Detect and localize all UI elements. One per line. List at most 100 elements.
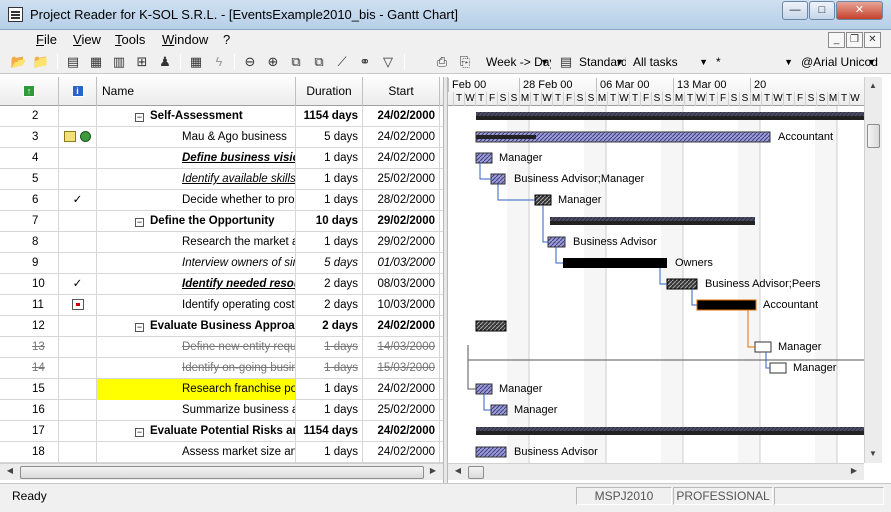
task-start[interactable]: 24/02/2000: [363, 379, 440, 400]
task-duration[interactable]: 1 days: [296, 442, 363, 463]
table-row[interactable]: 5 Identify available skills, information …: [0, 169, 443, 190]
task-indicator[interactable]: [59, 148, 97, 169]
task-start[interactable]: 10/03/2000: [363, 295, 440, 316]
column-header-start[interactable]: Start: [363, 77, 440, 106]
task-duration[interactable]: 1 days: [296, 190, 363, 211]
binoculars-icon[interactable]: ⚭: [356, 53, 374, 71]
task-indicator[interactable]: ✓: [59, 274, 97, 295]
column-header-indicators[interactable]: i: [59, 77, 97, 106]
table-row[interactable]: 14 Identify on-going business purchase op…: [0, 358, 443, 379]
copy-icon[interactable]: ⧉: [287, 53, 305, 71]
task-indicator[interactable]: [59, 169, 97, 190]
task-name[interactable]: −Evaluate Potential Risks and Rewards: [97, 421, 296, 442]
task-duration[interactable]: 5 days: [296, 127, 363, 148]
task-name[interactable]: Assess market size and stability: [97, 442, 296, 463]
close-button[interactable]: ✕: [836, 1, 883, 20]
resource-dropdown[interactable]: * ▼: [713, 53, 795, 72]
task-indicator[interactable]: [59, 316, 97, 337]
task-duration[interactable]: 2 days: [296, 316, 363, 337]
print-preview-icon[interactable]: ⎘: [456, 53, 474, 71]
calendar-view-icon[interactable]: ▦: [87, 53, 105, 71]
task-duration[interactable]: 1154 days: [296, 421, 363, 442]
zoom-in-icon[interactable]: ⊕: [264, 53, 282, 71]
zoom-out-icon[interactable]: ⊖: [241, 53, 259, 71]
task-start[interactable]: 28/02/2000: [363, 190, 440, 211]
chart-icon[interactable]: ⟋: [333, 53, 351, 71]
progress-bar[interactable]: [476, 135, 536, 139]
task-start[interactable]: 24/02/2000: [363, 442, 440, 463]
task-duration[interactable]: 10 days: [296, 211, 363, 232]
task-duration[interactable]: 1 days: [296, 337, 363, 358]
task-name[interactable]: − Define the Opportunity: [97, 211, 296, 232]
task-start[interactable]: 15/03/2000: [363, 358, 440, 379]
task-name[interactable]: Identify available skills, information a…: [97, 169, 296, 190]
table-row[interactable]: 3 Mau & Ago business 5 days 24/02/2000: [0, 127, 443, 148]
task-bar[interactable]: [490, 404, 508, 416]
task-indicator[interactable]: [59, 442, 97, 463]
table-row[interactable]: 15 Research franchise possibilities1 days…: [0, 379, 443, 400]
resource-view-icon[interactable]: ⊞: [133, 53, 151, 71]
gantt-horizontal-scrollbar[interactable]: ◀ ▶: [448, 463, 864, 480]
task-bar[interactable]: [547, 236, 566, 248]
task-indicator[interactable]: [59, 337, 97, 358]
summary-bar-highlight[interactable]: [476, 427, 864, 431]
minimize-button[interactable]: —: [782, 1, 808, 20]
open-folder-icon[interactable]: 📂: [10, 53, 28, 71]
table-dropdown[interactable]: Standard ▼: [576, 53, 626, 72]
task-indicator[interactable]: ✓: [59, 190, 97, 211]
task-start[interactable]: 25/02/2000: [363, 400, 440, 421]
task-name[interactable]: Summarize business approach: [97, 400, 296, 421]
task-name[interactable]: Research the market and competition: [97, 232, 296, 253]
gantt-horizontal-thumb[interactable]: [468, 466, 484, 479]
columns-icon[interactable]: ▦: [187, 53, 205, 71]
task-duration[interactable]: 1 days: [296, 148, 363, 169]
task-start[interactable]: 01/03/2000: [363, 253, 440, 274]
task-duration[interactable]: 5 days: [296, 253, 363, 274]
gantt-view-icon[interactable]: ▤: [64, 53, 82, 71]
task-name[interactable]: Research franchise possibilities: [97, 379, 296, 400]
task-start[interactable]: 29/02/2000: [363, 232, 440, 253]
menu-tools[interactable]: Tools: [115, 32, 145, 47]
table-row[interactable]: 18 Assess market size and stability1 days…: [0, 442, 443, 463]
timescale-dropdown[interactable]: Week -> Day ▼: [483, 53, 551, 72]
task-indicator[interactable]: [59, 421, 97, 442]
task-name[interactable]: Identify needed resources: [97, 274, 296, 295]
collapse-icon[interactable]: −: [135, 323, 144, 332]
column-header-duration[interactable]: Duration: [296, 77, 363, 106]
paste-icon[interactable]: ⧉: [310, 53, 328, 71]
task-name[interactable]: − Evaluate Business Approach: [97, 316, 296, 337]
table-row[interactable]: 7− Define the Opportunity 10 days 29/02/200…: [0, 211, 443, 232]
task-indicator[interactable]: [59, 379, 97, 400]
menu-file[interactable]: File: [36, 32, 57, 47]
task-duration[interactable]: 1 days: [296, 232, 363, 253]
table-row[interactable]: 13 Define new entity requirements1 days14…: [0, 337, 443, 358]
menu-view[interactable]: View: [73, 32, 101, 47]
task-indicator[interactable]: [59, 400, 97, 421]
column-header-id[interactable]: ↑: [0, 77, 59, 106]
task-start[interactable]: 24/02/2000: [363, 421, 440, 442]
task-duration[interactable]: 1 days: [296, 358, 363, 379]
task-duration[interactable]: 2 days: [296, 274, 363, 295]
task-duration[interactable]: 1 days: [296, 379, 363, 400]
mdi-minimize-button[interactable]: _: [828, 32, 845, 48]
task-name[interactable]: Identify operating cost elements: [97, 295, 296, 316]
table-row[interactable]: 17 −Evaluate Potential Risks and Rewards1…: [0, 421, 443, 442]
task-indicator[interactable]: [59, 295, 97, 316]
lightning-icon[interactable]: ϟ: [210, 53, 228, 71]
task-indicator[interactable]: [59, 358, 97, 379]
task-bar[interactable]: [475, 383, 493, 395]
grid-horizontal-thumb[interactable]: [20, 466, 424, 479]
task-bar[interactable]: [769, 362, 787, 374]
summary-bar-highlight[interactable]: [550, 217, 755, 221]
task-name[interactable]: Mau & Ago business: [97, 127, 296, 148]
task-duration[interactable]: 1 days: [296, 169, 363, 190]
task-name[interactable]: Define business vision: [97, 148, 296, 169]
task-name[interactable]: Define new entity requirements: [97, 337, 296, 358]
font-dropdown[interactable]: @Arial Unicode MS▼: [798, 53, 878, 72]
person-icon[interactable]: ♟: [156, 53, 174, 71]
maximize-button[interactable]: □: [809, 1, 835, 20]
critical-task-bar[interactable]: [534, 194, 552, 206]
gantt-scroll-right-icon[interactable]: ▶: [846, 466, 862, 475]
task-duration[interactable]: 1154 days: [296, 106, 363, 127]
task-bar[interactable]: [490, 173, 506, 185]
